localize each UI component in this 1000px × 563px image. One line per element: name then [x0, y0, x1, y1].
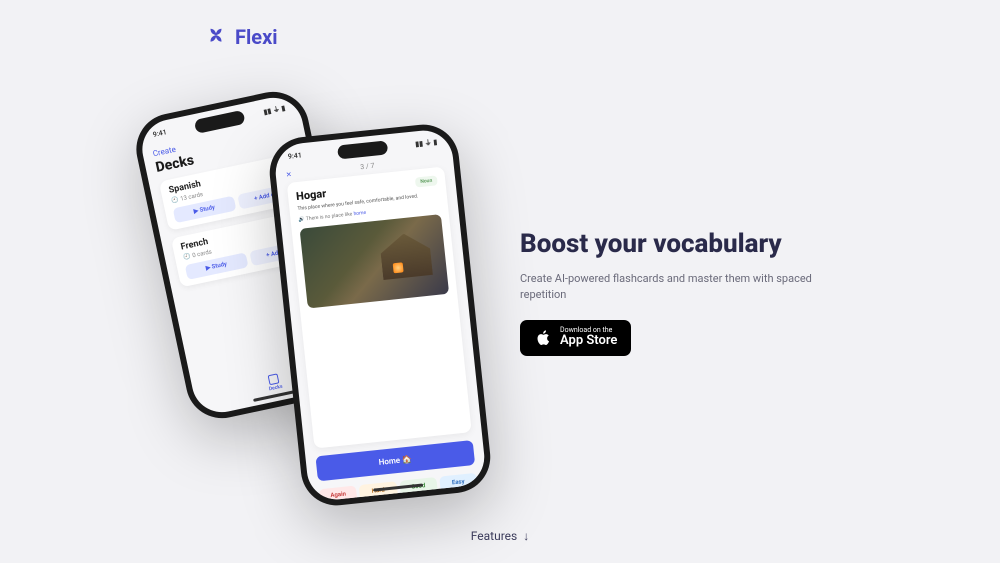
- flexi-logo-icon: [205, 26, 227, 48]
- site-header: Flexi: [205, 25, 278, 49]
- card-image: [300, 214, 450, 308]
- status-time: 9:41: [288, 151, 303, 162]
- study-progress: 3 / 7: [360, 162, 375, 171]
- apple-icon: [534, 328, 552, 348]
- rating-hard-button[interactable]: Hard 1 day: [359, 481, 398, 502]
- hero-text: Boost your vocabulary Create AI-powered …: [520, 230, 840, 356]
- hero-subtitle: Create AI-powered flashcards and master …: [520, 271, 840, 304]
- arrow-down-icon: ↓: [523, 529, 529, 543]
- hero-phones: 9:41 ▮▮ ⏚ ▮ Create Decks Spanish 🕘 13 ca…: [160, 90, 500, 490]
- appstore-button[interactable]: Download on the App Store: [520, 320, 631, 356]
- appstore-big-text: App Store: [560, 334, 617, 348]
- hero-title: Boost your vocabulary: [520, 230, 840, 259]
- brand-name: Flexi: [235, 25, 278, 49]
- flashcard: Noun Hogar This place where you feel saf…: [287, 167, 472, 449]
- features-link[interactable]: Features ↓: [471, 529, 529, 543]
- phone-mockup-study: 9:41 ▮▮ ⏚ ▮ ✕ 3 / 7 Noun Hogar This plac…: [266, 121, 494, 509]
- rating-again-button[interactable]: Again <1 min: [319, 485, 358, 502]
- clock-icon: 🕘: [170, 196, 179, 204]
- rating-easy-button[interactable]: Easy 5 day: [439, 473, 478, 497]
- clock-icon: 🕘: [182, 253, 191, 261]
- close-icon[interactable]: ✕: [285, 170, 292, 179]
- tab-decks[interactable]: Decks: [266, 373, 283, 392]
- rating-good-button[interactable]: Good 3 day: [399, 477, 438, 501]
